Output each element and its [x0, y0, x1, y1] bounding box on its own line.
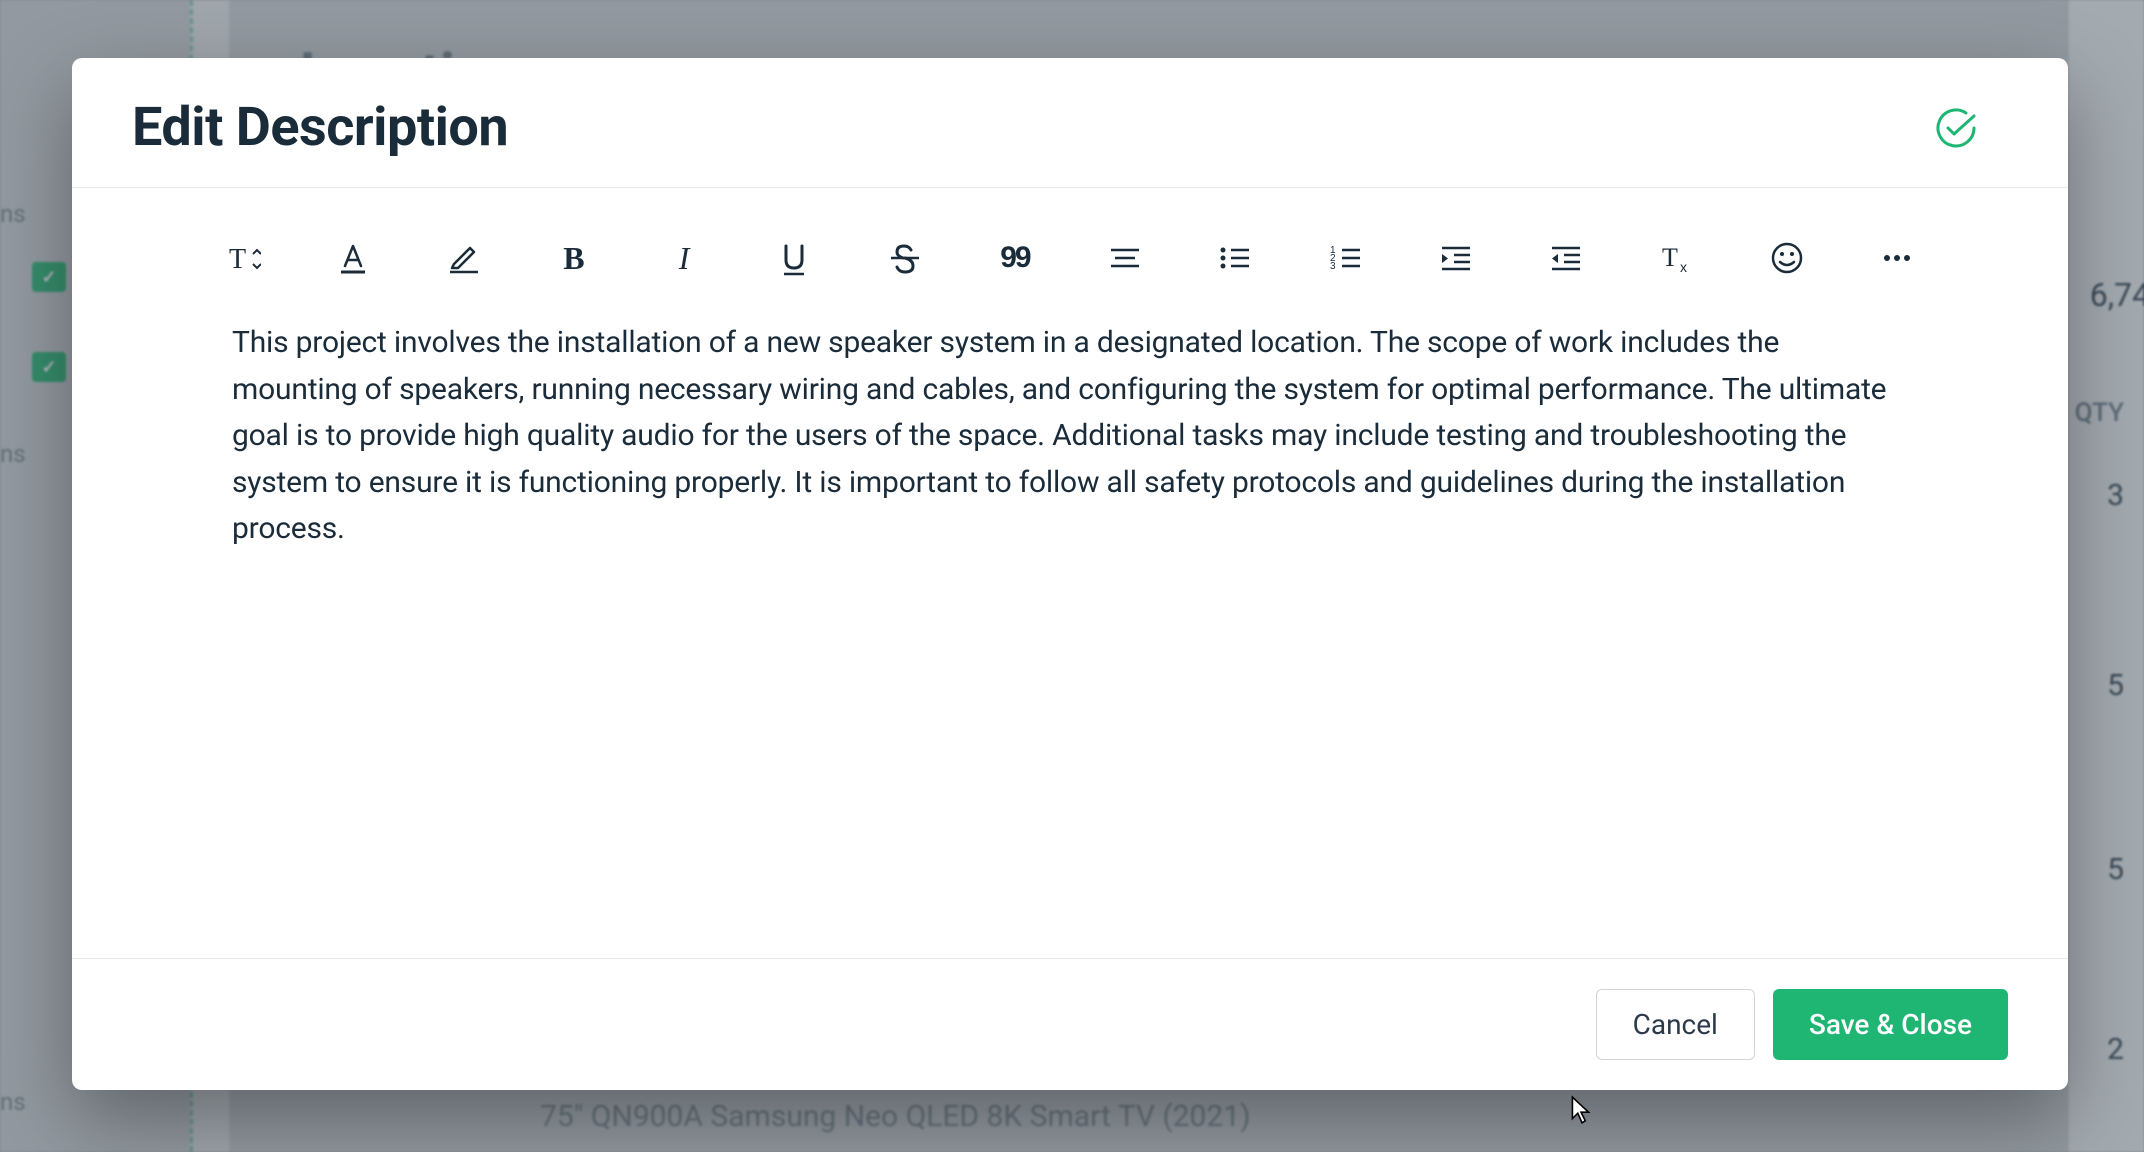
- editor-toolbar: T B I: [72, 188, 2068, 300]
- align-button[interactable]: [1104, 236, 1146, 280]
- outdent-button[interactable]: [1545, 236, 1587, 280]
- modal-header: Edit Description: [72, 58, 2068, 188]
- highlight-icon: [446, 240, 482, 276]
- align-icon: [1107, 240, 1143, 276]
- editor-content-area[interactable]: This project involves the installation o…: [72, 300, 2068, 958]
- clear-format-icon: T x: [1658, 240, 1694, 276]
- bullet-list-button[interactable]: [1214, 236, 1256, 280]
- blockquote-button[interactable]: 99: [994, 236, 1036, 280]
- highlight-button[interactable]: [443, 236, 485, 280]
- edit-description-modal: Edit Description T: [72, 58, 2068, 1090]
- underline-button[interactable]: [773, 236, 815, 280]
- text-color-button[interactable]: [332, 236, 374, 280]
- text-size-icon: T: [225, 240, 261, 276]
- underline-icon: [776, 240, 812, 276]
- description-text[interactable]: This project involves the installation o…: [232, 320, 1908, 553]
- svg-text:T: T: [229, 244, 246, 275]
- numbered-list-icon: 1 2 3: [1328, 240, 1364, 276]
- svg-text:x: x: [1680, 259, 1687, 275]
- emoji-icon: [1769, 240, 1805, 276]
- text-size-button[interactable]: T: [222, 236, 264, 280]
- strikethrough-icon: [887, 240, 923, 276]
- modal-footer: Cancel Save & Close: [72, 958, 2068, 1090]
- cancel-button[interactable]: Cancel: [1596, 989, 1755, 1060]
- strikethrough-button[interactable]: [884, 236, 926, 280]
- more-icon: [1879, 240, 1915, 276]
- svg-text:T: T: [1662, 243, 1678, 272]
- bold-button[interactable]: B: [553, 236, 595, 280]
- bullet-list-icon: [1217, 240, 1253, 276]
- numbered-list-button[interactable]: 1 2 3: [1325, 236, 1367, 280]
- indent-icon: [1438, 240, 1474, 276]
- indent-button[interactable]: [1435, 236, 1477, 280]
- blockquote-label: 99: [1000, 241, 1029, 275]
- outdent-icon: [1548, 240, 1584, 276]
- svg-text:3: 3: [1330, 261, 1336, 272]
- clear-format-button[interactable]: T x: [1655, 236, 1697, 280]
- more-options-button[interactable]: [1876, 236, 1918, 280]
- emoji-button[interactable]: [1766, 236, 1808, 280]
- italic-button[interactable]: I: [663, 236, 705, 280]
- save-close-button[interactable]: Save & Close: [1773, 989, 2008, 1060]
- text-color-icon: [335, 240, 371, 276]
- autosave-check-icon: [1934, 106, 1978, 150]
- modal-title: Edit Description: [132, 96, 508, 159]
